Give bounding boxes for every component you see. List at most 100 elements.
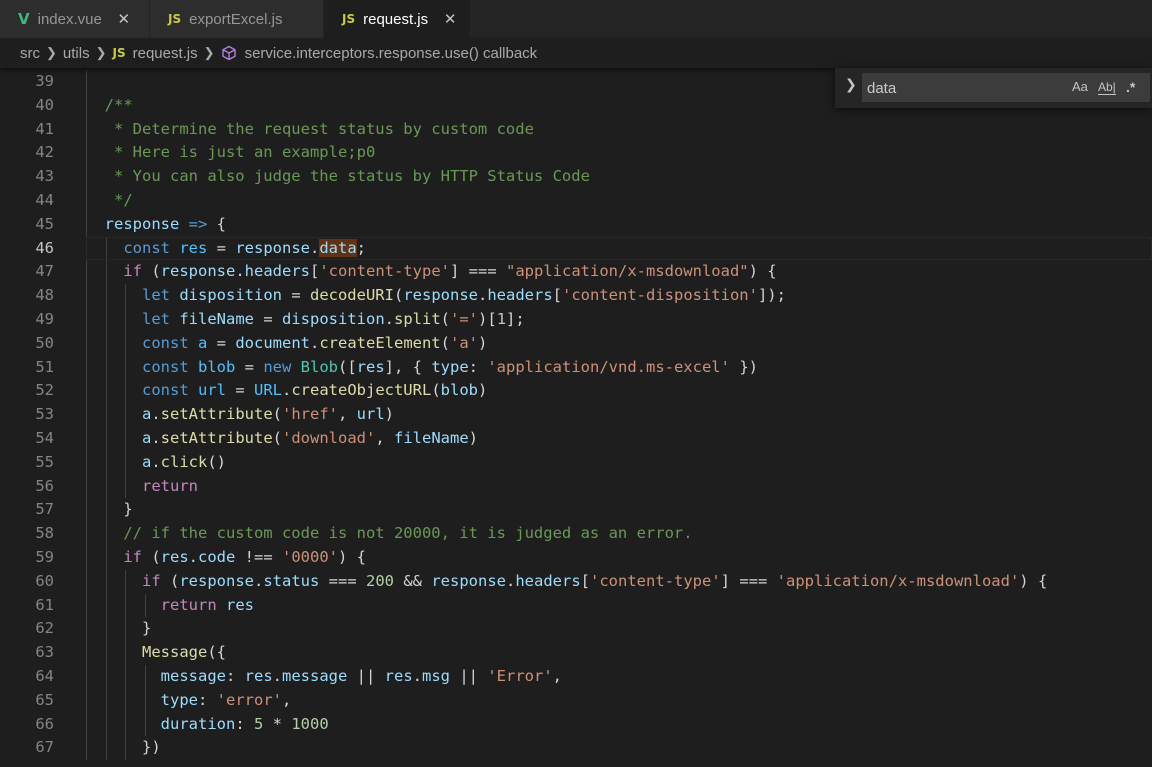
code-token: = [281, 286, 310, 305]
code-line[interactable]: 53 a.setAttribute('href', url) [0, 403, 1152, 427]
use-regex-icon[interactable]: .* [1126, 79, 1135, 95]
code-token: . [309, 333, 320, 352]
code-line[interactable]: 51 const blob = new Blob([res], { type: … [0, 356, 1152, 380]
code-text: const res = response.data; [86, 237, 366, 261]
code-token: = [207, 238, 236, 257]
match-case-icon[interactable]: Aa [1072, 79, 1088, 94]
find-input[interactable] [867, 77, 1057, 99]
symbol-method-icon [221, 45, 237, 61]
code-line[interactable]: 47 if (response.headers['content-type'] … [0, 260, 1152, 284]
code-line[interactable]: 49 let fileName = disposition.split('=')… [0, 308, 1152, 332]
code-line[interactable]: 55 a.click() [0, 451, 1152, 475]
code-token: headers [244, 262, 310, 281]
code-token: // if the custom code is not 20000, it i… [86, 524, 693, 543]
code-token: disposition [282, 310, 385, 328]
code-token: ( [142, 548, 161, 566]
code-token: duration [86, 714, 236, 733]
code-token: new [263, 357, 292, 376]
code-line[interactable]: 52 const url = URL.createObjectURL(blob) [0, 379, 1152, 403]
line-number: 41 [35, 119, 54, 138]
line-number: 39 [35, 72, 54, 90]
code-line[interactable]: 46 const res = response.data; [0, 236, 1152, 261]
javascript-file-icon: JS [168, 12, 182, 26]
code-line[interactable]: 48 let disposition = decodeURI(response.… [0, 284, 1152, 308]
code-token: /** [86, 95, 133, 114]
code-text: return [86, 475, 198, 499]
javascript-file-icon: JS [112, 46, 126, 60]
close-icon[interactable]: ✕ [116, 10, 132, 28]
code-token: ) [384, 405, 395, 424]
code-token: . [272, 667, 282, 685]
code-line[interactable]: 66 duration: 5 * 1000 [0, 713, 1152, 737]
line-number: 60 [35, 571, 54, 590]
code-token: ( [431, 381, 441, 400]
tab-index-vue[interactable]: Vindex.vue ✕ [0, 0, 150, 38]
code-token: [ [580, 571, 590, 590]
chevron-right-icon[interactable]: ❯ [845, 77, 857, 93]
code-token: 'application/vnd.ms-excel' [487, 357, 730, 376]
code-token: setAttribute [160, 429, 273, 447]
breadcrumb-symbol[interactable]: service.interceptors.response.use() call… [245, 45, 538, 62]
code-line[interactable]: 58 // if the custom code is not 20000, i… [0, 522, 1152, 546]
line-number: 40 [35, 95, 54, 114]
code-token: ( [142, 262, 161, 281]
code-line[interactable]: 45 response => { [0, 213, 1152, 237]
code-token: blob [188, 357, 236, 376]
line-number: 50 [35, 333, 54, 352]
breadcrumb-folder-src[interactable]: src [20, 45, 40, 62]
breadcrumb-file[interactable]: request.js [133, 45, 198, 62]
code-token: headers [487, 286, 553, 305]
code-token: let [86, 286, 170, 305]
code-token: res [216, 595, 254, 614]
tab-label: exportExcel.js [189, 10, 283, 28]
code-line[interactable]: 67 }) [0, 736, 1152, 760]
code-line[interactable]: 54 a.setAttribute('download', fileName) [0, 427, 1152, 451]
code-line[interactable]: 56 return [0, 475, 1152, 499]
code-token: setAttribute [160, 405, 273, 424]
code-token: let [86, 310, 170, 328]
close-icon[interactable]: ✕ [442, 10, 458, 28]
code-token: return [86, 476, 198, 495]
code-text: if (res.code !== '0000') { [86, 546, 366, 570]
code-token: , [338, 405, 357, 424]
code-token: '0000' [282, 548, 339, 566]
code-token: ) [468, 429, 478, 447]
code-line[interactable]: 60 if (response.status === 200 && respon… [0, 570, 1152, 594]
code-token: || [450, 667, 488, 685]
code-line[interactable]: 62 } [0, 617, 1152, 641]
code-token: { [207, 214, 226, 233]
match-whole-word-icon[interactable]: Ab| [1098, 81, 1116, 95]
code-line[interactable]: 43 * You can also judge the status by HT… [0, 165, 1152, 189]
code-line[interactable]: 42 * Here is just an example;p0 [0, 141, 1152, 165]
code-token: fileName [394, 429, 469, 447]
code-line[interactable]: 63 Message({ [0, 641, 1152, 665]
tab-exportexcel-js[interactable]: JSexportExcel.js✕ [150, 0, 324, 38]
code-token: createElement [319, 333, 441, 352]
code-token: headers [515, 571, 581, 590]
code-editor[interactable]: 39 40 /** 41 * Determine the request statu… [0, 68, 1152, 767]
code-token: 'download' [282, 429, 376, 447]
tab-request-js[interactable]: JS request.js ✕ [324, 0, 472, 38]
code-token: : [235, 714, 254, 733]
code-token: 'a' [450, 333, 478, 352]
code-token: . [477, 286, 488, 305]
code-line[interactable]: 41 * Determine the request status by cus… [0, 118, 1152, 142]
code-token: ) [478, 333, 488, 352]
code-line[interactable]: 61 return res [0, 594, 1152, 618]
code-line[interactable]: 64 message: res.message || res.msg || 'E… [0, 665, 1152, 689]
code-line[interactable]: 50 const a = document.createElement('a') [0, 332, 1152, 356]
chevron-right-icon: ❯ [203, 45, 215, 60]
line-number: 52 [35, 381, 54, 400]
breadcrumb-folder-utils[interactable]: utils [63, 45, 90, 62]
code-line[interactable]: 57 } [0, 498, 1152, 522]
code-line[interactable]: 44 */ [0, 189, 1152, 213]
code-token: Message [86, 643, 208, 662]
code-token: . [151, 405, 161, 424]
code-token: url [188, 381, 226, 400]
code-token: response [86, 214, 180, 233]
line-number: 62 [35, 619, 54, 638]
code-line[interactable]: 65 type: 'error', [0, 689, 1152, 713]
code-line[interactable]: 59 if (res.code !== '0000') { [0, 546, 1152, 570]
code-token: msg [422, 667, 450, 685]
line-number: 57 [35, 500, 54, 519]
